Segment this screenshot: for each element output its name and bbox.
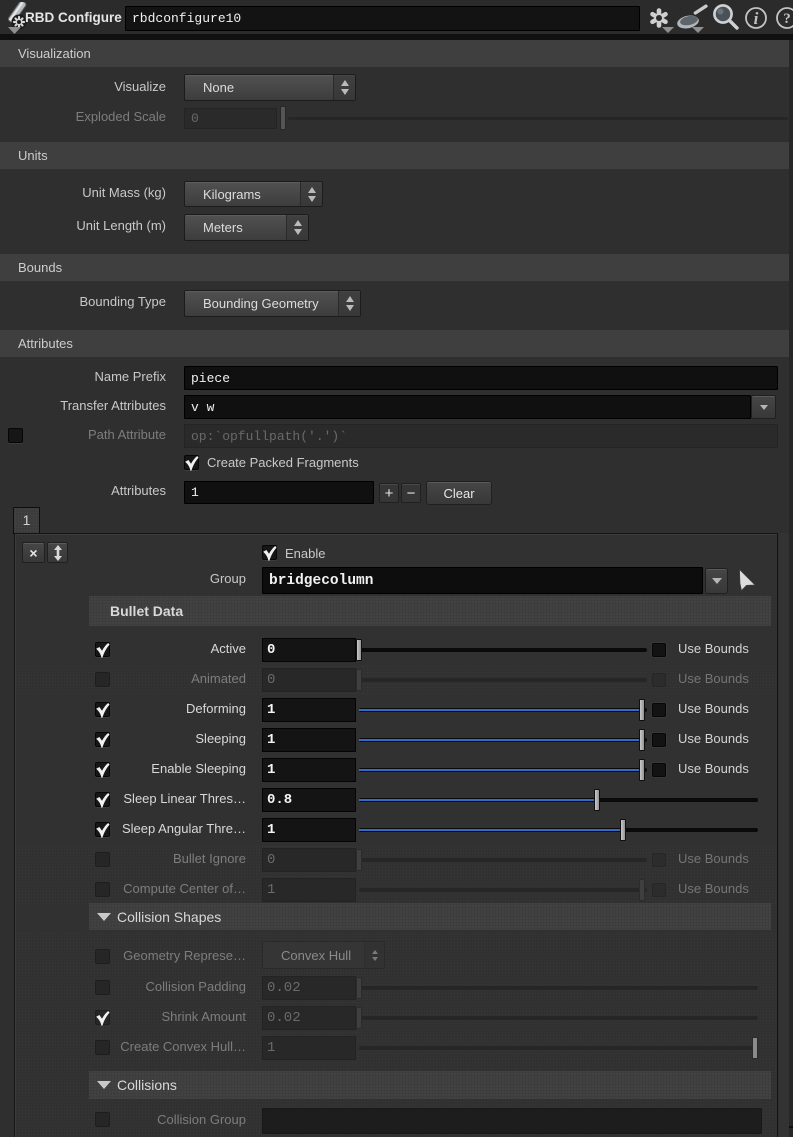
svg-text:i: i bbox=[754, 9, 759, 28]
svg-text:?: ? bbox=[783, 11, 791, 27]
